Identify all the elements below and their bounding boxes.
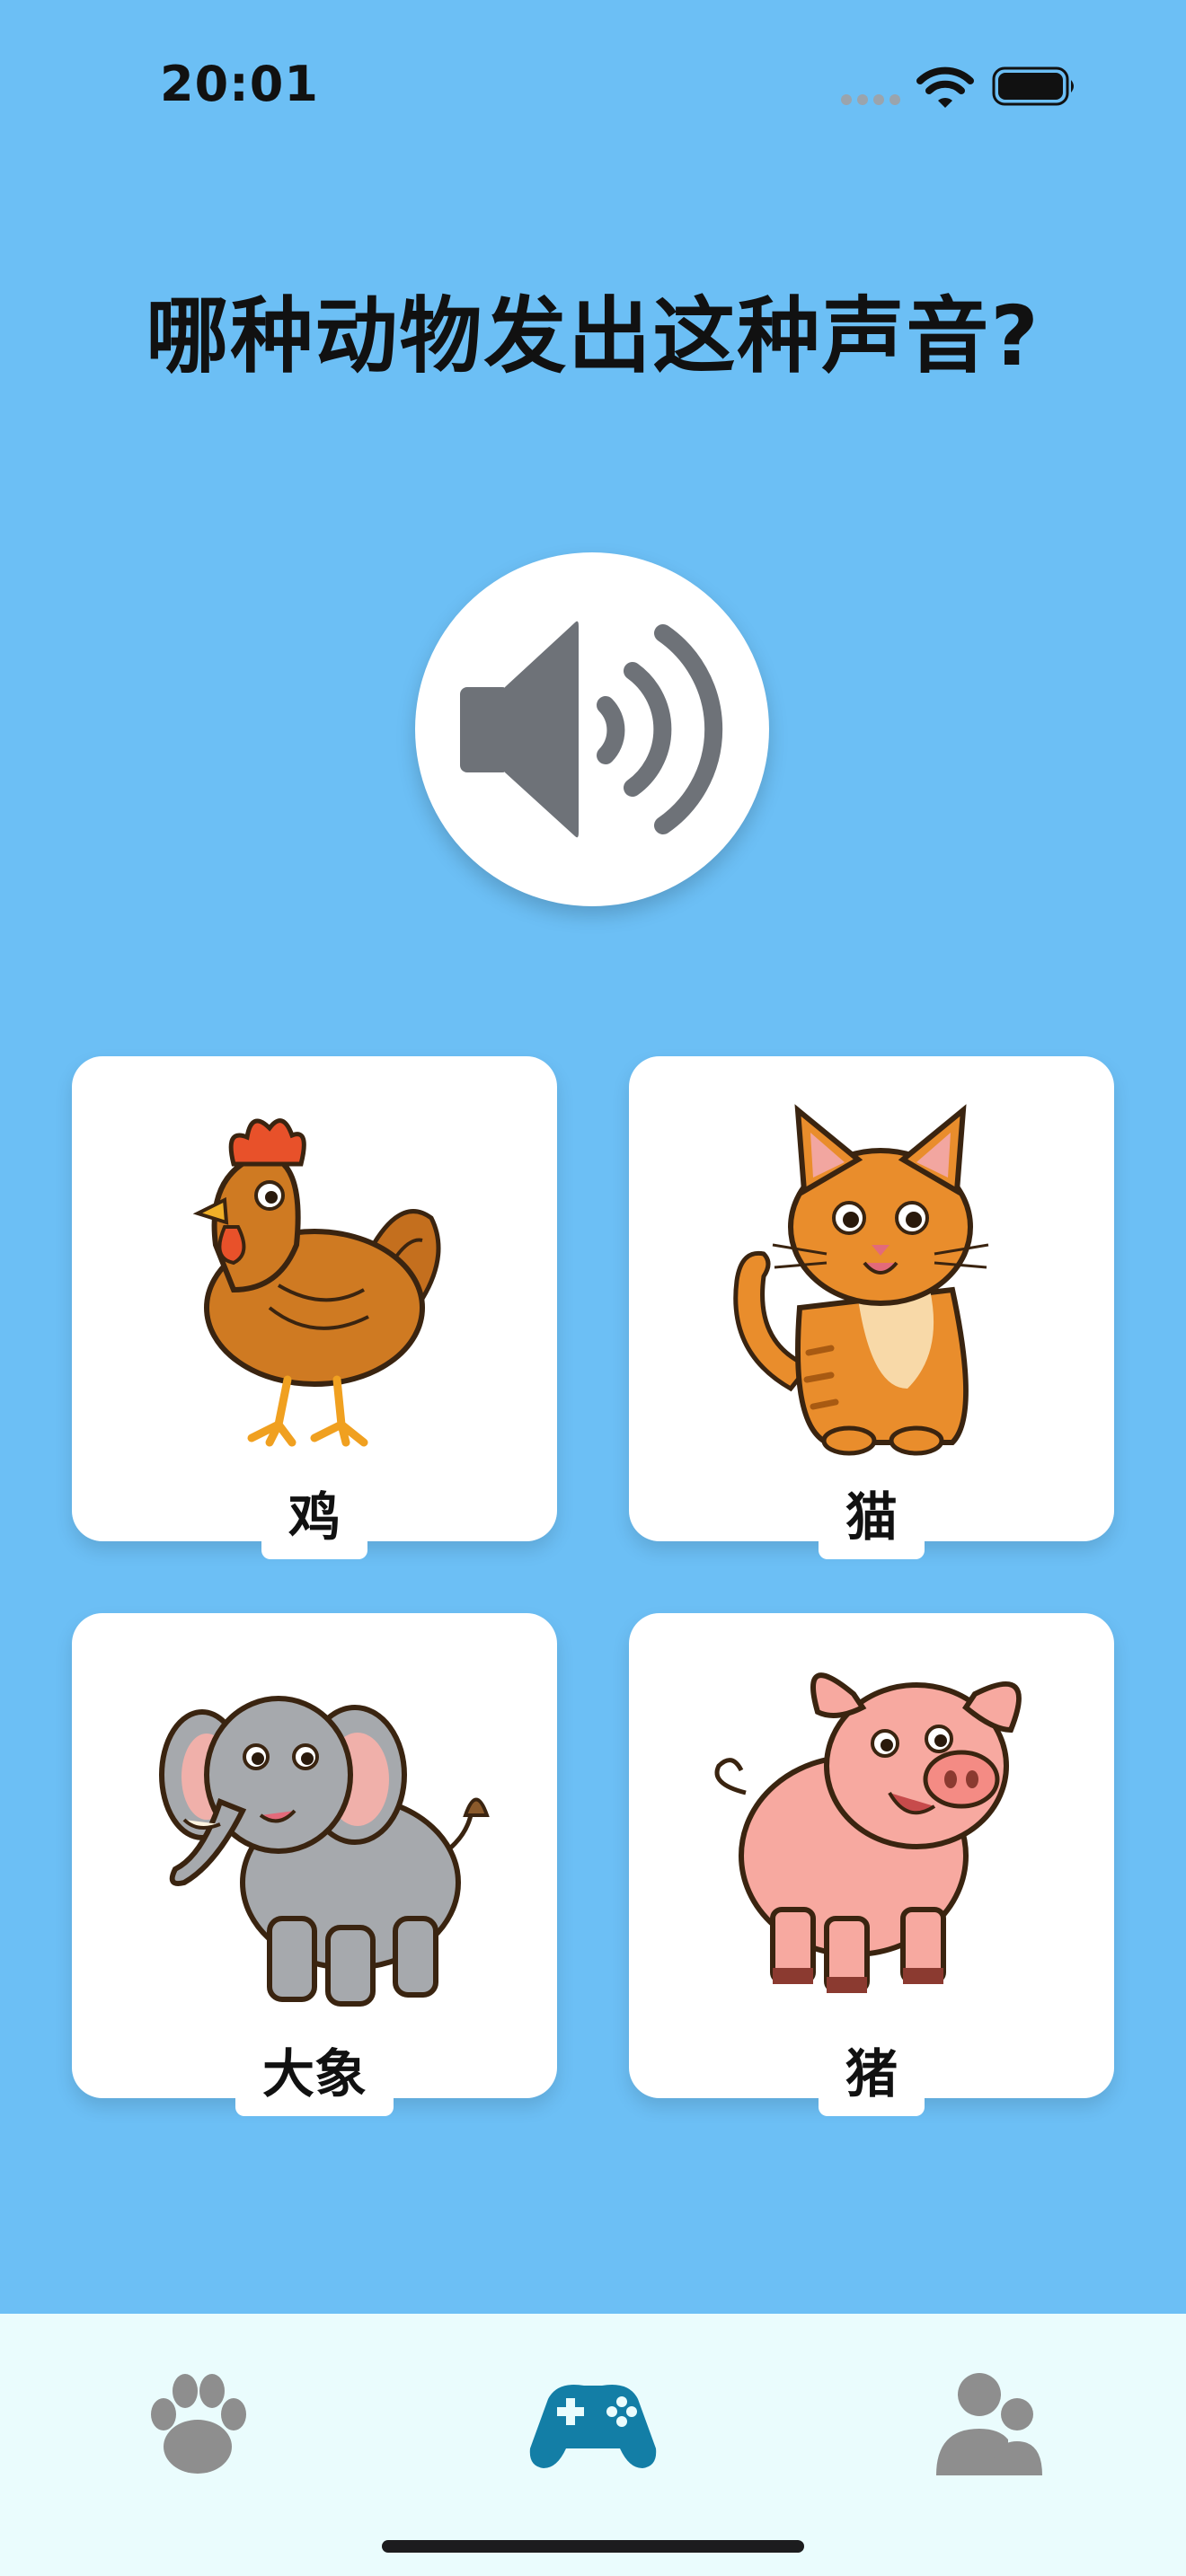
- option-label: 猫: [818, 1469, 925, 1559]
- gamepad-icon: [529, 2385, 657, 2468]
- tab-games[interactable]: [521, 2350, 665, 2484]
- cellular-signal-icon: [841, 94, 900, 105]
- option-label: 大象: [235, 2026, 394, 2116]
- paw-icon: [151, 2374, 246, 2474]
- question-title: 哪种动物发出这种声音?: [146, 288, 1040, 384]
- battery-icon: [992, 66, 1074, 106]
- option-card-pig[interactable]: 猪: [629, 1613, 1114, 2116]
- tab-animals[interactable]: [126, 2350, 270, 2484]
- status-bar: 20:01: [0, 0, 1186, 171]
- cat-illustration: [733, 1104, 989, 1456]
- option-label: 鸡: [261, 1469, 368, 1559]
- elephant-illustration: [159, 1696, 490, 2007]
- option-label: 猪: [818, 2026, 925, 2116]
- home-indicator: [382, 2540, 804, 2553]
- chicken-illustration: [192, 1118, 441, 1447]
- pig-illustration: [714, 1672, 1022, 1993]
- option-card-chicken[interactable]: 鸡: [72, 1056, 557, 1559]
- option-card-cat[interactable]: 猫: [629, 1056, 1114, 1559]
- tab-bar: [0, 2314, 1186, 2576]
- wifi-icon: [916, 66, 974, 108]
- status-time: 20:01: [160, 56, 319, 112]
- users-icon: [936, 2373, 1042, 2475]
- option-card-elephant[interactable]: 大象: [72, 1613, 557, 2116]
- tab-profile[interactable]: [916, 2350, 1060, 2484]
- play-sound-button[interactable]: [415, 552, 769, 906]
- speaker-icon: [460, 621, 723, 838]
